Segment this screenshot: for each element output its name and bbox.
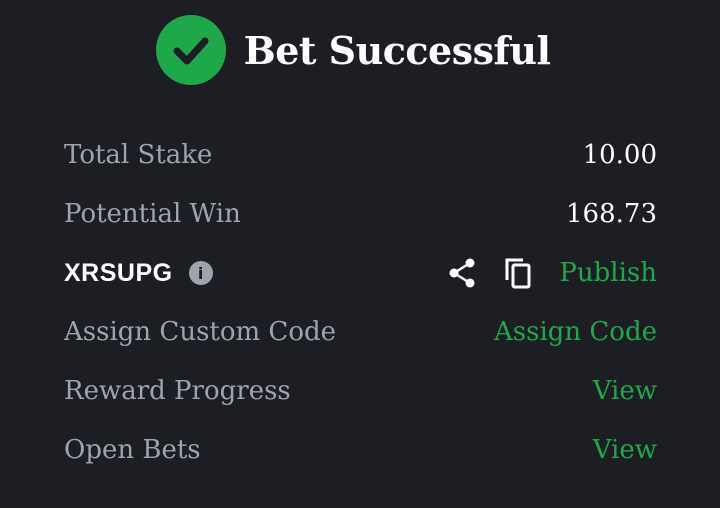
potential-win-row: Potential Win 168.73 xyxy=(64,194,657,234)
assign-code-button[interactable]: Assign Code xyxy=(494,317,657,347)
page-title: Bet Successful xyxy=(243,27,551,73)
total-stake-value: 10.00 xyxy=(582,140,657,170)
copy-icon[interactable] xyxy=(503,256,533,290)
booking-code: XRSUPG xyxy=(64,258,173,287)
open-bets-view-button[interactable]: View xyxy=(593,435,657,465)
share-icon[interactable] xyxy=(447,257,477,289)
potential-win-label: Potential Win xyxy=(64,199,241,229)
reward-progress-label: Reward Progress xyxy=(64,376,291,406)
publish-button[interactable]: Publish xyxy=(559,258,657,288)
total-stake-row: Total Stake 10.00 xyxy=(64,135,657,175)
booking-code-row: XRSUPG i Publish xyxy=(64,253,657,293)
reward-progress-row: Reward Progress View xyxy=(64,371,657,411)
check-icon xyxy=(155,15,226,85)
booking-code-group: XRSUPG i xyxy=(64,259,213,288)
custom-code-row: Assign Custom Code Assign Code xyxy=(64,312,657,352)
open-bets-label: Open Bets xyxy=(64,435,201,465)
info-icon[interactable]: i xyxy=(188,261,213,285)
custom-code-label: Assign Custom Code xyxy=(64,317,337,347)
total-stake-label: Total Stake xyxy=(64,140,213,170)
reward-view-button[interactable]: View xyxy=(593,376,657,406)
success-header: Bet Successful xyxy=(0,14,720,86)
potential-win-value: 168.73 xyxy=(566,199,657,229)
booking-actions: Publish xyxy=(447,256,657,290)
open-bets-row: Open Bets View xyxy=(64,430,657,470)
